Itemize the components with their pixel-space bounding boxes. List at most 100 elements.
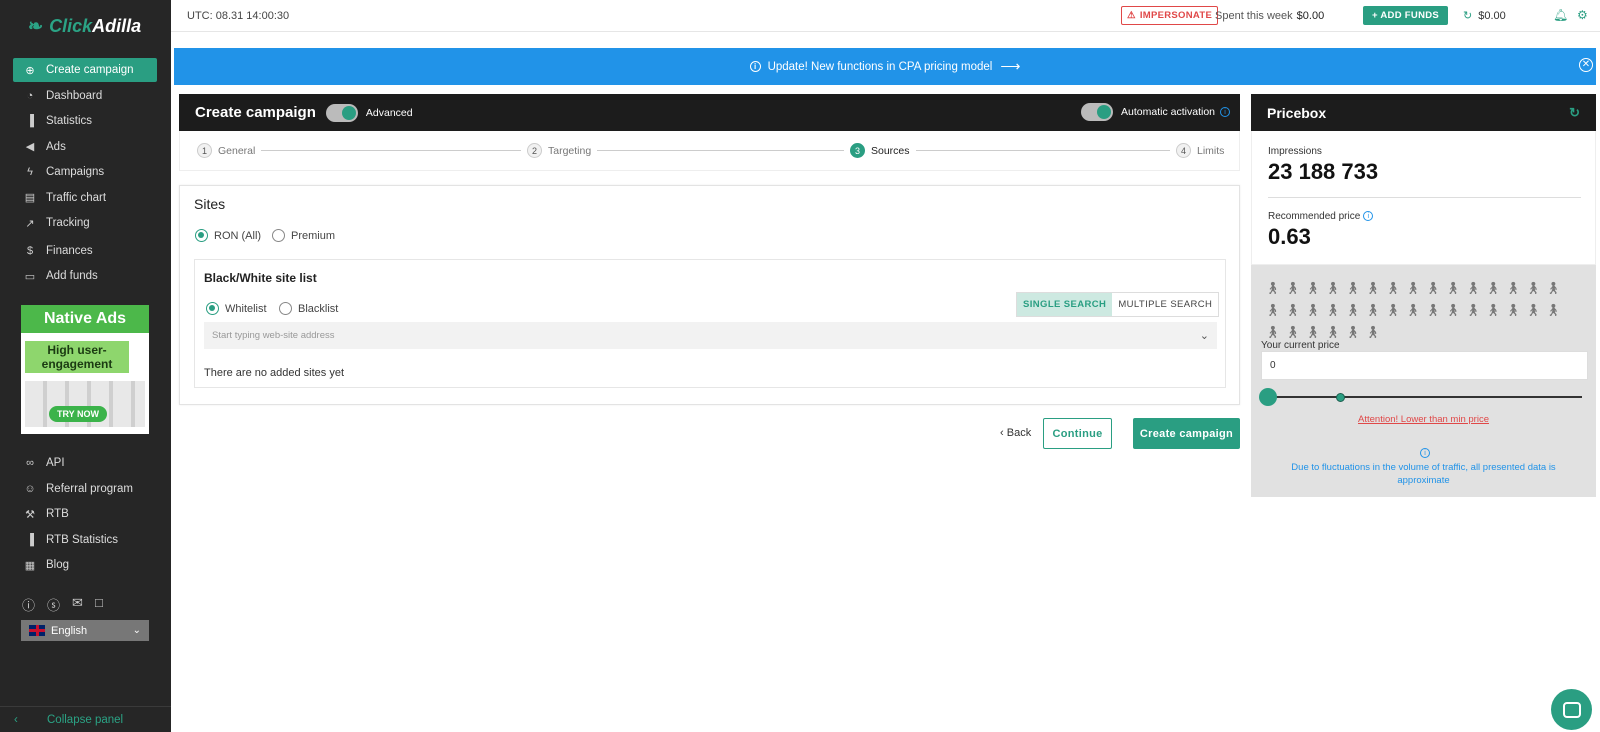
bw-title: Black/White site list — [204, 271, 317, 285]
logo[interactable]: ❧ Click Adilla — [28, 16, 141, 37]
card-icon: ▭ — [24, 270, 36, 283]
language-select[interactable]: English ⌄ — [21, 620, 149, 641]
campaign-stepper: 1 General 2 Targeting 3 Sources 4 Limits — [179, 131, 1240, 171]
skype-icon[interactable]: ⓢ — [47, 595, 60, 614]
warning-icon: ⚠ — [1127, 10, 1136, 21]
sidebar-item-label: Traffic chart — [46, 191, 107, 204]
empty-sites-message: There are no added sites yet — [204, 367, 345, 379]
sidebar-item-campaigns[interactable]: ϟ Campaigns — [13, 160, 157, 184]
logo-text-b: Adilla — [92, 16, 142, 36]
chevron-left-icon: ‹ — [14, 713, 18, 726]
collapse-panel-button[interactable]: ‹ Collapse panel — [0, 706, 171, 732]
mail-icon[interactable]: ✉ — [72, 595, 83, 614]
sidebar-item-dashboard[interactable]: ◔ Dashboard — [13, 84, 157, 108]
fluctuation-notice: Due to fluctuations in the volume of tra… — [1291, 462, 1556, 486]
price-slider-track[interactable] — [1267, 396, 1582, 398]
impressions-label: Impressions — [1268, 146, 1322, 157]
support-chat-button[interactable] — [1551, 689, 1592, 730]
banner-title: Native Ads — [21, 305, 149, 333]
step-targeting[interactable]: 2 Targeting — [521, 143, 598, 158]
step-number: 2 — [527, 143, 542, 158]
help-icon[interactable]: ⓘ — [22, 595, 35, 614]
sidebar-utility-icons: ⓘ ⓢ ✉ □ — [22, 595, 103, 614]
sidebar-item-api[interactable]: ∞ API — [13, 451, 157, 475]
logo-text-a: Click — [49, 16, 93, 36]
step-limits[interactable]: 4 Limits — [1170, 143, 1231, 158]
sidebar-item-create-campaign[interactable]: ⊕ Create campaign — [13, 58, 157, 82]
refresh-icon[interactable]: ↻ — [1569, 105, 1580, 121]
blacklist-radio[interactable]: Blacklist — [279, 302, 338, 315]
step-general[interactable]: 1 General — [197, 143, 262, 158]
current-price-input[interactable]: 0 — [1261, 351, 1588, 380]
create-campaign-button[interactable]: Create campaign — [1133, 418, 1240, 449]
banner-cta-button[interactable]: TRY NOW — [49, 406, 107, 422]
add-funds-button[interactable]: + ADD FUNDS — [1363, 6, 1448, 25]
recommended-price-marker — [1336, 393, 1345, 402]
radio-label: RON (All) — [214, 229, 262, 242]
radio-dot — [272, 229, 285, 242]
impersonate-button[interactable]: ⚠ IMPERSONATE — [1121, 6, 1219, 25]
user-settings-icon[interactable]: ⚙ — [1577, 8, 1588, 22]
trend-icon: ↗ — [25, 217, 35, 230]
sidebar-item-label: Statistics — [46, 115, 93, 127]
sidebar-item-label: Add funds — [46, 270, 98, 282]
price-slider-handle[interactable] — [1259, 388, 1277, 406]
sidebar-item-blog[interactable]: ▦ Blog — [13, 553, 157, 577]
radio-dot — [195, 229, 208, 242]
step-sources[interactable]: 3 Sources — [844, 143, 916, 158]
continue-button[interactable]: Continue — [1043, 418, 1112, 449]
sidebar-item-statistics[interactable]: ▐ Statistics — [13, 109, 157, 133]
automatic-activation-toggle[interactable] — [1081, 103, 1114, 121]
current-price-label: Your current price — [1261, 340, 1340, 351]
bars-icon: ▐ — [26, 533, 34, 546]
step-label: General — [218, 144, 256, 157]
spent-label: Spent this week — [1215, 10, 1293, 22]
info-icon[interactable]: i — [1220, 107, 1230, 117]
whitelist-radio[interactable]: Whitelist — [206, 302, 267, 315]
sidebar-item-label: Blog — [46, 559, 70, 571]
premium-radio[interactable]: Premium — [272, 229, 335, 242]
multiple-search-button[interactable]: MULTIPLE SEARCH — [1112, 293, 1218, 316]
min-price-warning[interactable]: Attention! Lower than min price — [1251, 414, 1596, 425]
sidebar-item-rtb-statistics[interactable]: ▐ RTB Statistics — [13, 528, 157, 552]
search-mode-toggle: SINGLE SEARCH MULTIPLE SEARCH — [1016, 292, 1220, 317]
step-label: Sources — [871, 144, 910, 157]
sidebar-item-label: Campaigns — [46, 166, 105, 178]
campaign-header: Create campaign Advanced Automatic activ… — [179, 94, 1240, 131]
close-icon[interactable]: ✕ — [1579, 58, 1593, 72]
back-button[interactable]: ‹ Back — [1000, 427, 1031, 439]
radio-label: Whitelist — [225, 302, 267, 315]
radio-label: Premium — [291, 229, 336, 242]
ron-all-radio[interactable]: RON (All) — [195, 229, 261, 242]
megaphone-icon: ◀ — [25, 141, 35, 153]
pricebox-price-panel: 🚶︎🚶︎🚶︎🚶︎🚶︎🚶︎🚶︎🚶︎🚶︎🚶︎🚶︎🚶︎🚶︎🚶︎🚶︎🚶︎🚶︎🚶︎🚶︎🚶︎… — [1251, 265, 1596, 497]
collapse-label: Collapse panel — [47, 713, 124, 726]
chevron-down-icon[interactable]: ⌄ — [1200, 329, 1209, 342]
info-icon: i — [749, 61, 761, 72]
balance-value: $0.00 — [1478, 10, 1506, 22]
sidebar-nav: ⊕ Create campaign ◔ Dashboard ▐ Statistics … — [13, 58, 157, 290]
automatic-activation: Automatic activation i — [1081, 103, 1230, 121]
black-white-site-list: Black/White site list Whitelist Blacklis… — [194, 259, 1226, 388]
single-search-button[interactable]: SINGLE SEARCH — [1017, 293, 1113, 316]
sidebar-item-traffic-chart[interactable]: ▤ Traffic chart — [13, 186, 157, 210]
sidebar-item-referral-program[interactable]: ☺ Referral program — [13, 477, 157, 501]
sidebar-item-ads[interactable]: ◀ Ads — [13, 135, 157, 159]
info-icon[interactable]: i — [1363, 211, 1374, 222]
native-ads-banner[interactable]: Native Ads High user-engagement TRY NOW — [21, 305, 149, 434]
sidebar-item-add-funds[interactable]: ▭ Add funds — [13, 264, 157, 288]
chat-icon[interactable]: □ — [95, 595, 103, 614]
sidebar-item-finances[interactable]: $ Finances — [13, 239, 157, 263]
sidebar-item-rtb[interactable]: ⚒ RTB — [13, 502, 157, 526]
info-banner[interactable]: i Update! New functions in CPA pricing m… — [174, 48, 1596, 85]
logo-icon: ❧ — [28, 16, 44, 36]
user-plus-icon: ☺ — [24, 482, 36, 495]
bell-icon[interactable]: 🔔︎ — [1553, 8, 1568, 22]
site-search-input[interactable]: Start typing web-site address ⌄ — [204, 322, 1217, 349]
plus-circle-icon: ⊕ — [25, 64, 35, 77]
bolt-icon: ϟ — [27, 166, 33, 178]
sites-panel: Sites RON (All) Premium Black/White site… — [179, 185, 1240, 405]
refresh-icon[interactable]: ↻ — [1463, 10, 1472, 22]
advanced-toggle[interactable] — [325, 103, 358, 122]
sidebar-item-tracking[interactable]: ↗ Tracking — [13, 211, 157, 235]
